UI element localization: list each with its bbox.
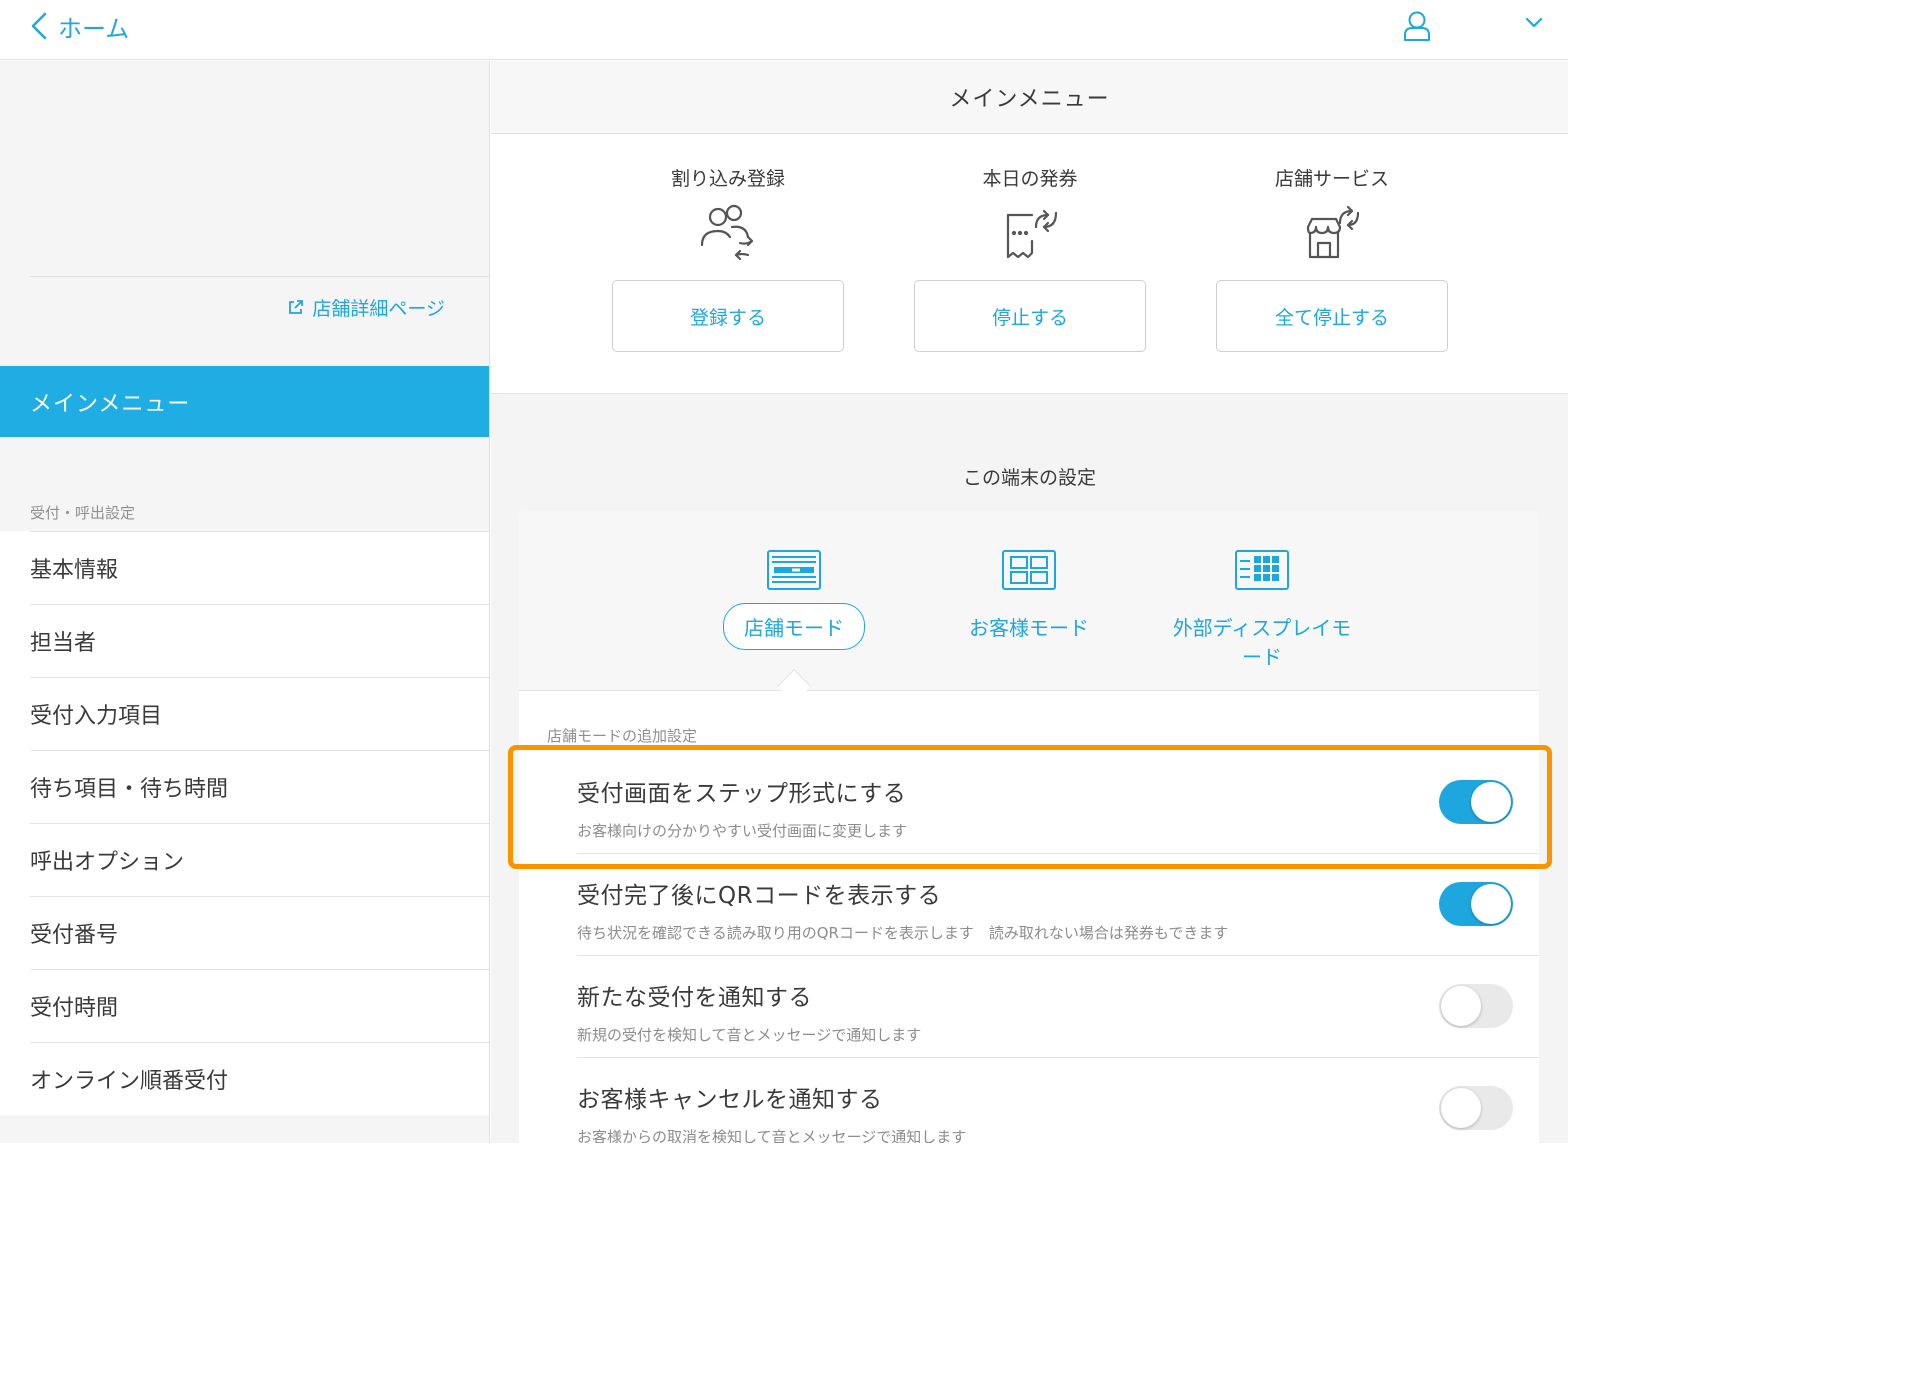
user-icon[interactable] (1402, 10, 1432, 42)
mode-customer-label: お客様モード (969, 616, 1089, 640)
setting-title: お客様キャンセルを通知する (577, 1087, 883, 1113)
sidebar-item-reception-number[interactable]: 受付番号 (30, 896, 489, 969)
external-link-icon (289, 300, 304, 314)
setting-show-qr: 受付完了後にQRコードを表示する 待ち状況を確認できる読み取り用のQRコードを表… (577, 854, 1539, 956)
setting-notify-new-reception: 新たな受付を通知する 新規の受付を検知して音とメッセージで通知します (577, 956, 1539, 1058)
ticket-sync-icon (1006, 209, 1058, 259)
sidebar-item-basic-info[interactable]: 基本情報 (30, 531, 489, 604)
setting-toggle[interactable] (1439, 984, 1513, 1028)
quick-actions: 割り込み登録 登録する 本日の発券 停止する 店舗サービス 全て停止する (491, 134, 1568, 394)
mode-external-display[interactable]: 外部ディスプレイモード (1142, 549, 1382, 679)
action-interrupt-registration: 割り込み登録 登録する (612, 164, 844, 352)
device-settings-panel: 店舗モード お客様モード 外部ディスプレイモード 店舗モードの追加設定 受付画面… (519, 511, 1539, 1143)
setting-title: 新たな受付を通知する (577, 985, 812, 1011)
sidebar: 店舗詳細ページ メインメニュー 受付・呼出設定 基本情報 担当者 受付入力項目 … (0, 61, 490, 1143)
sidebar-section-label: 受付・呼出設定 (30, 504, 136, 522)
mode-store-label: 店舗モード (723, 603, 865, 650)
setting-description: お客様からの取消を検知して音とメッセージで通知します (577, 1128, 967, 1143)
setting-notify-cancel: お客様キャンセルを通知する お客様からの取消を検知して音とメッセージで通知します (577, 1058, 1539, 1143)
setting-title: 受付画面をステップ形式にする (577, 781, 907, 807)
setting-description: 待ち状況を確認できる読み取り用のQRコードを表示します 読み取れない場合は発券も… (577, 924, 1229, 942)
sidebar-divider (30, 276, 489, 277)
back-button[interactable]: ホーム (30, 8, 129, 44)
customer-mode-icon (1002, 550, 1056, 590)
back-label: ホーム (58, 14, 130, 43)
sidebar-item-online-queue[interactable]: オンライン順番受付 (30, 1042, 489, 1115)
mode-store[interactable]: 店舗モード (674, 549, 914, 650)
mode-external-display-label: 外部ディスプレイモード (1172, 616, 1352, 669)
setting-title: 受付完了後にQRコードを表示する (577, 883, 942, 909)
sidebar-item-input-fields[interactable]: 受付入力項目 (30, 677, 489, 750)
action-today-ticketing: 本日の発券 停止する (914, 164, 1146, 352)
sidebar-item-reception-hours[interactable]: 受付時間 (30, 969, 489, 1042)
additional-settings-title: 店舗モードの追加設定 (547, 727, 698, 745)
setting-description: 新規の受付を検知して音とメッセージで通知します (577, 1026, 922, 1044)
device-settings-title: この端末の設定 (962, 467, 1096, 489)
action-label: 店舗サービス (1274, 168, 1389, 190)
toggle-knob (1441, 986, 1481, 1026)
stop-all-button[interactable]: 全て停止する (1216, 280, 1448, 352)
external-display-mode-icon (1235, 550, 1289, 590)
toggle-knob (1471, 782, 1511, 822)
setting-step-format: 受付画面をステップ形式にする お客様向けの分かりやすい受付画面に変更します (577, 752, 1539, 854)
chevron-left-icon (31, 12, 47, 40)
selected-mode-pointer (777, 669, 811, 703)
action-label: 本日の発券 (982, 168, 1078, 190)
store-mode-icon (767, 550, 821, 590)
mode-customer[interactable]: お客様モード (909, 549, 1149, 650)
store-detail-link-label: 店舗詳細ページ (312, 298, 445, 320)
sidebar-list: 基本情報 担当者 受付入力項目 待ち項目・待ち時間 呼出オプション 受付番号 受… (0, 531, 489, 1115)
page-title: メインメニュー (491, 61, 1568, 134)
sidebar-item-wait-items[interactable]: 待ち項目・待ち時間 (30, 750, 489, 823)
store-sync-icon (1306, 205, 1360, 259)
action-store-service: 店舗サービス 全て停止する (1216, 164, 1448, 352)
stop-button[interactable]: 停止する (914, 280, 1146, 352)
top-bar: ホーム (0, 0, 1568, 60)
mode-selector: 店舗モード お客様モード 外部ディスプレイモード (519, 511, 1539, 703)
sidebar-item-call-options[interactable]: 呼出オプション (30, 823, 489, 896)
main-content: メインメニュー 割り込み登録 登録する 本日の発券 停止する 店舗サービス 全て… (491, 61, 1568, 1143)
store-detail-link[interactable]: 店舗詳細ページ (287, 294, 445, 321)
chevron-down-icon[interactable] (1524, 16, 1544, 30)
toggle-knob (1441, 1088, 1481, 1128)
action-label: 割り込み登録 (670, 168, 785, 190)
people-sync-icon (700, 204, 754, 261)
sidebar-item-main-menu[interactable]: メインメニュー (0, 366, 489, 437)
setting-toggle[interactable] (1439, 1086, 1513, 1130)
sidebar-item-staff[interactable]: 担当者 (30, 604, 489, 677)
register-button[interactable]: 登録する (612, 280, 844, 352)
setting-toggle[interactable] (1439, 780, 1513, 824)
toggle-knob (1471, 884, 1511, 924)
setting-description: お客様向けの分かりやすい受付画面に変更します (577, 822, 908, 840)
setting-toggle[interactable] (1439, 882, 1513, 926)
